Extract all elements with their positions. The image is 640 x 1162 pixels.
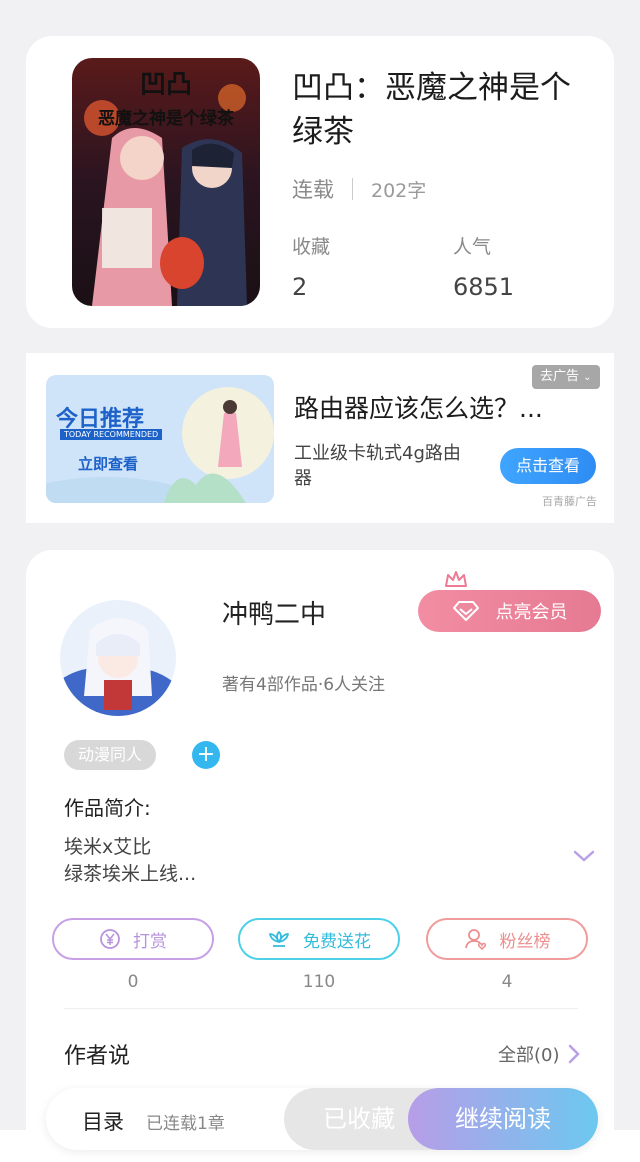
ad-view-button[interactable]: 点击查看 — [500, 448, 596, 484]
book-meta: 连载 202字 — [292, 174, 426, 204]
stat-favorites: 收藏 2 — [292, 232, 330, 301]
send-flower-button[interactable]: 免费送花 — [238, 918, 400, 960]
remove-ad-label: 去广告 — [540, 369, 580, 384]
continue-reading-button[interactable]: 继续阅读 — [408, 1088, 598, 1150]
intro-title: 作品简介: — [64, 796, 151, 820]
ad-description: 工业级卡轨式4g路由器 — [294, 443, 461, 489]
tip-count: 0 — [127, 972, 139, 992]
author-says-title: 作者说 — [64, 1044, 131, 1069]
book-cover[interactable]: 凹凸 恶魔之神是个绿茶 — [72, 58, 260, 306]
stat-value: 2 — [292, 273, 308, 301]
genre-tag[interactable]: 动漫同人 — [64, 740, 157, 770]
ad-source: 百青藤广告 — [542, 495, 597, 508]
yen-coin-icon — [100, 929, 120, 949]
book-status: 连载 — [292, 178, 334, 202]
ad-image-subtitle: TODAY RECOMMENDED — [60, 429, 163, 440]
fans-label: 粉丝榜 — [499, 931, 551, 952]
ad-image[interactable]: 今日推荐 TODAY RECOMMENDED 立即查看 — [46, 375, 274, 503]
intro-text: 埃米x艾比 绿茶埃米上线... — [64, 836, 197, 885]
tip-button[interactable]: 打赏 — [52, 918, 214, 960]
book-word-count: 202字 — [371, 179, 427, 202]
author-avatar[interactable] — [60, 600, 176, 716]
light-up-vip-button[interactable]: 点亮会员 — [418, 590, 601, 632]
chapter-count: 已连载1章 — [146, 1114, 225, 1134]
author-says-all-label: 全部(0) — [498, 1045, 560, 1066]
tip-label: 打赏 — [133, 931, 167, 952]
author-name[interactable]: 冲鸭二中 — [222, 594, 326, 631]
book-title: 凹凸：恶魔之神是个绿茶 — [292, 70, 571, 150]
add-tag-button[interactable]: + — [192, 741, 220, 769]
divider — [64, 1008, 578, 1009]
flower-count: 110 — [302, 972, 336, 992]
author-info: 著有4部作品·6人关注 — [222, 675, 386, 695]
bottom-action-bar: 目录 已连载1章 已收藏 继续阅读 — [46, 1088, 598, 1150]
chevron-down-icon: ⌄ — [583, 372, 592, 383]
meta-divider — [352, 178, 353, 200]
toc-button[interactable]: 目录 — [82, 1106, 124, 1136]
author-card: 冲鸭二中 著有4部作品·6人关注 点亮会员 动漫同人 + 作品简介: 埃米x艾比… — [26, 550, 614, 1162]
cover-title-line1: 凹凸 — [139, 70, 192, 100]
stat-popularity: 人气 6851 — [453, 232, 514, 301]
ad-banner[interactable]: 今日推荐 TODAY RECOMMENDED 立即查看 路由器应该怎么选？...… — [26, 353, 614, 523]
stat-label: 人气 — [453, 236, 492, 258]
chevron-down-icon[interactable] — [572, 848, 596, 864]
chevron-right-icon — [568, 1044, 580, 1064]
cover-title-line2: 恶魔之神是个绿茶 — [98, 109, 234, 129]
crown-icon — [445, 571, 467, 587]
flower-icon — [269, 931, 289, 947]
fans-count: 4 — [501, 972, 513, 992]
author-says-all-link[interactable]: 全部(0) — [498, 1041, 580, 1067]
book-info-card: 凹凸 恶魔之神是个绿茶 凹凸：恶魔之神是个绿茶 连载 202字 收藏 2 人气 … — [26, 36, 614, 328]
fans-ranking-button[interactable]: 粉丝榜 — [426, 918, 588, 960]
diamond-icon — [452, 600, 480, 622]
ad-image-cta: 立即查看 — [78, 455, 139, 473]
stat-value: 6851 — [453, 273, 515, 301]
vip-label: 点亮会员 — [495, 602, 568, 623]
flower-label: 免费送花 — [303, 931, 371, 952]
fan-user-icon — [464, 929, 486, 950]
remove-ad-button[interactable]: 去广告 ⌄ — [532, 365, 600, 389]
ad-title[interactable]: 路由器应该怎么选？... — [294, 389, 543, 425]
stat-label: 收藏 — [292, 236, 331, 258]
